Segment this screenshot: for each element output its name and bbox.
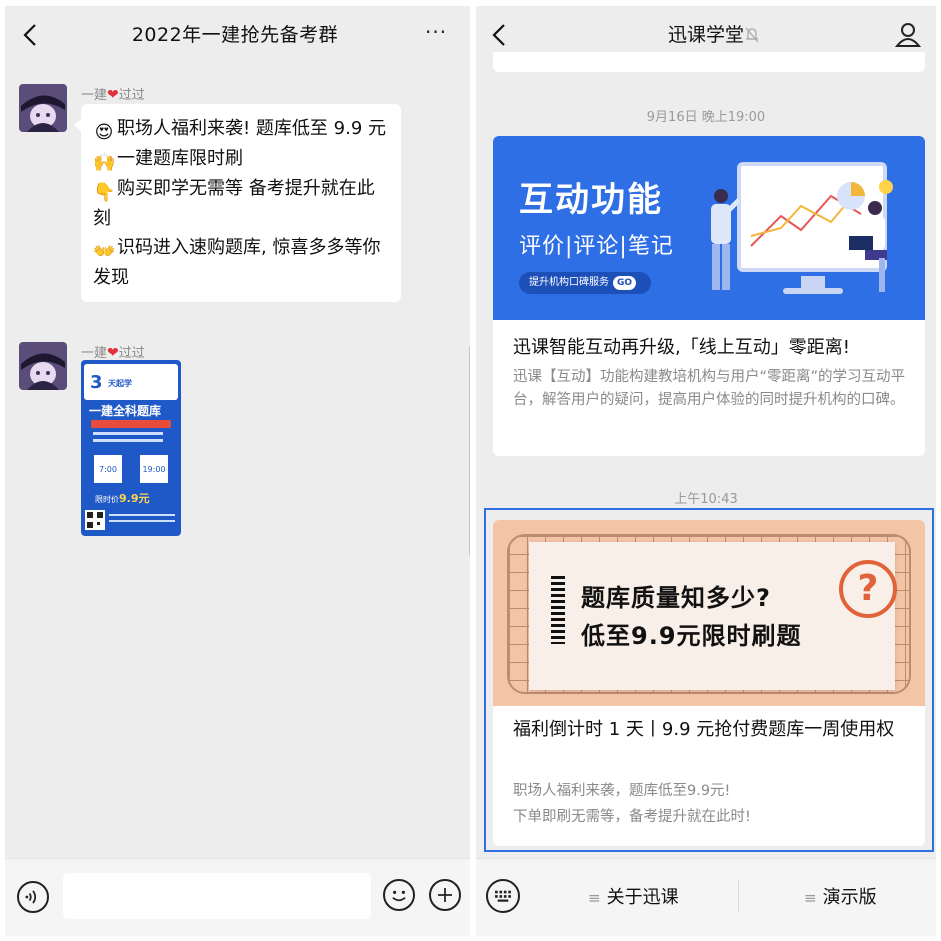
scrollbar[interactable]	[469, 346, 470, 556]
heart-icon: ❤	[107, 345, 119, 361]
poster-price-prefix: 限时价	[95, 495, 119, 504]
avatar[interactable]	[19, 342, 67, 390]
poster-price: 限时价9.9元	[95, 490, 150, 506]
article-description-line: 职场人福利来袭，题库低至9.9元!	[513, 783, 731, 799]
menu-list-icon: ≡	[804, 889, 817, 907]
sender-name-suffix: 过过	[118, 88, 145, 103]
cover-pill-go: GO	[613, 276, 637, 290]
cover-subheadline: 低至9.9元限时刷题	[581, 622, 802, 650]
pointing-down-emoji-icon: 👇	[93, 182, 116, 203]
message-input[interactable]	[63, 873, 371, 919]
emoji-icon[interactable]	[383, 879, 415, 911]
person-illustration	[711, 189, 739, 290]
avatar[interactable]	[19, 84, 67, 132]
article-card[interactable]: 题库质量知多少? 低至9.9元限时刷题 ? 福利倒计时 1 天丨9.9 元抢付费…	[493, 520, 925, 846]
menu-label: 演示版	[822, 887, 877, 908]
article-card[interactable]: 互动功能 评价|评论|笔记 提升机构口碑服务 GO 迅课智能互动再升级,「线上互…	[493, 136, 925, 456]
cover-headline: 题库质量知多少?	[581, 584, 771, 612]
article-cover-image: 题库质量知多少? 低至9.9元限时刷题 ?	[493, 520, 925, 706]
menu-divider	[738, 879, 739, 913]
qr-code-icon	[85, 510, 105, 530]
group-chat-header: 2022年一建抢先备考群 ···	[5, 6, 470, 64]
keyboard-icon[interactable]	[486, 879, 520, 913]
official-account-title: 迅课学堂	[667, 24, 744, 46]
back-icon[interactable]	[488, 22, 512, 48]
message-text: 识码进入速购题库, 惊喜多多等你发现	[93, 237, 381, 288]
plus-icon[interactable]	[429, 879, 461, 911]
menu-list-icon: ≡	[588, 889, 601, 907]
article-description-line: 下单即刷无需等，备考提升就在此时!	[513, 809, 751, 825]
heart-icon: ❤	[107, 87, 119, 103]
message-bubble[interactable]: 😍 职场人福利来袭! 题库低至 9.9 元 🙌一建题库限时刷 👇购买即学无需等 备…	[74, 104, 401, 302]
menu-label: 关于迅课	[606, 887, 679, 908]
voice-icon[interactable]	[17, 881, 49, 913]
open-hands-emoji-icon: 👐	[93, 241, 116, 262]
cover-pill-text: 提升机构口碑服务	[529, 277, 609, 288]
poster-footer-lines	[109, 514, 175, 526]
article-title: 迅课智能互动再升级,「线上互动」零距离!	[513, 337, 850, 358]
sender-name: 一建❤过过	[81, 342, 145, 361]
chat-input-bar	[5, 858, 470, 936]
group-chat-panel: 2022年一建抢先备考群 ··· 一建❤过过 😍 职场人福利来袭! 题库低至 9.…	[5, 6, 470, 936]
poster-subtitle: 天起学	[108, 379, 132, 388]
previous-article-card[interactable]	[493, 52, 925, 72]
article-description: 迅课【互动】功能构建教培机构与用户“零距离”的学习互动平台，解答用户的疑问，提高…	[513, 369, 906, 408]
back-icon[interactable]	[19, 22, 43, 48]
sender-name-prefix: 一建	[81, 88, 108, 103]
poster-header: 3 天起学	[84, 364, 178, 400]
question-mark-icon: ?	[839, 560, 897, 618]
lightbulb-icon	[879, 180, 893, 194]
poster-number: 3	[90, 372, 103, 393]
sender-name-prefix: 一建	[81, 346, 108, 361]
screen: 2022年一建抢先备考群 ··· 一建❤过过 😍 职场人福利来袭! 题库低至 9.…	[0, 0, 941, 941]
message-line: 👐识码进入速购题库, 惊喜多多等你发现	[93, 233, 389, 292]
cover-headline: 互动功能	[519, 180, 663, 220]
barcode-icon	[551, 576, 565, 644]
poster-time-evening: 19:00	[139, 454, 169, 484]
poster-image[interactable]: 3 天起学 一建全科题库 7:00 19:00 限时价9.9元	[81, 360, 181, 536]
timestamp: 上午10:43	[674, 492, 738, 507]
article-title: 福利倒计时 1 天丨9.9 元抢付费题库一周使用权	[513, 719, 895, 740]
official-account-menu-bar: ≡ 关于迅课 ≡ 演示版	[476, 858, 936, 936]
sender-name-suffix: 过过	[118, 346, 145, 361]
board-base	[783, 288, 843, 294]
mute-bell-icon	[745, 27, 759, 43]
poster-banner	[91, 420, 171, 428]
message-line: 😍 职场人福利来袭! 题库低至 9.9 元	[93, 114, 389, 144]
cover-pill: 提升机构口碑服务 GO	[519, 272, 651, 294]
message-line: 🙌一建题库限时刷	[93, 144, 389, 174]
message-line: 👇购买即学无需等 备考提升就在此刻	[93, 174, 389, 233]
message-text: 一建题库限时刷	[117, 148, 243, 169]
official-account-panel: 迅课学堂 9月16日 晚上19:00 互动功能 评价|评论|笔记 提升机构口碑服…	[476, 6, 936, 936]
message-text: 职场人福利来袭! 题库低至 9.9 元	[117, 118, 387, 139]
article-cover-image: 互动功能 评价|评论|笔记 提升机构口碑服务 GO	[493, 136, 925, 320]
heart-eyes-emoji-icon: 😍	[94, 122, 114, 143]
poster-title: 一建全科题库	[89, 404, 162, 418]
cover-subheadline: 评价|评论|笔记	[519, 234, 674, 259]
user-profile-icon[interactable]	[894, 20, 922, 48]
menu-about-xunke[interactable]: ≡ 关于迅课	[588, 883, 679, 909]
timestamp: 9月16日 晚上19:00	[646, 110, 766, 125]
poster-time-morning: 7:00	[93, 454, 123, 484]
poster-price-value: 9.9元	[119, 492, 150, 505]
poster-text-lines	[93, 432, 171, 450]
raised-hands-emoji-icon: 🙌	[93, 152, 116, 173]
more-options-icon[interactable]: ···	[425, 20, 447, 44]
sender-name: 一建❤过过	[81, 84, 145, 103]
group-chat-title: 2022年一建抢先备考群	[131, 24, 339, 46]
person-at-desk-illustration	[849, 201, 887, 292]
menu-demo-version[interactable]: ≡ 演示版	[804, 883, 877, 909]
message-text: 购买即学无需等 备考提升就在此刻	[93, 178, 375, 229]
